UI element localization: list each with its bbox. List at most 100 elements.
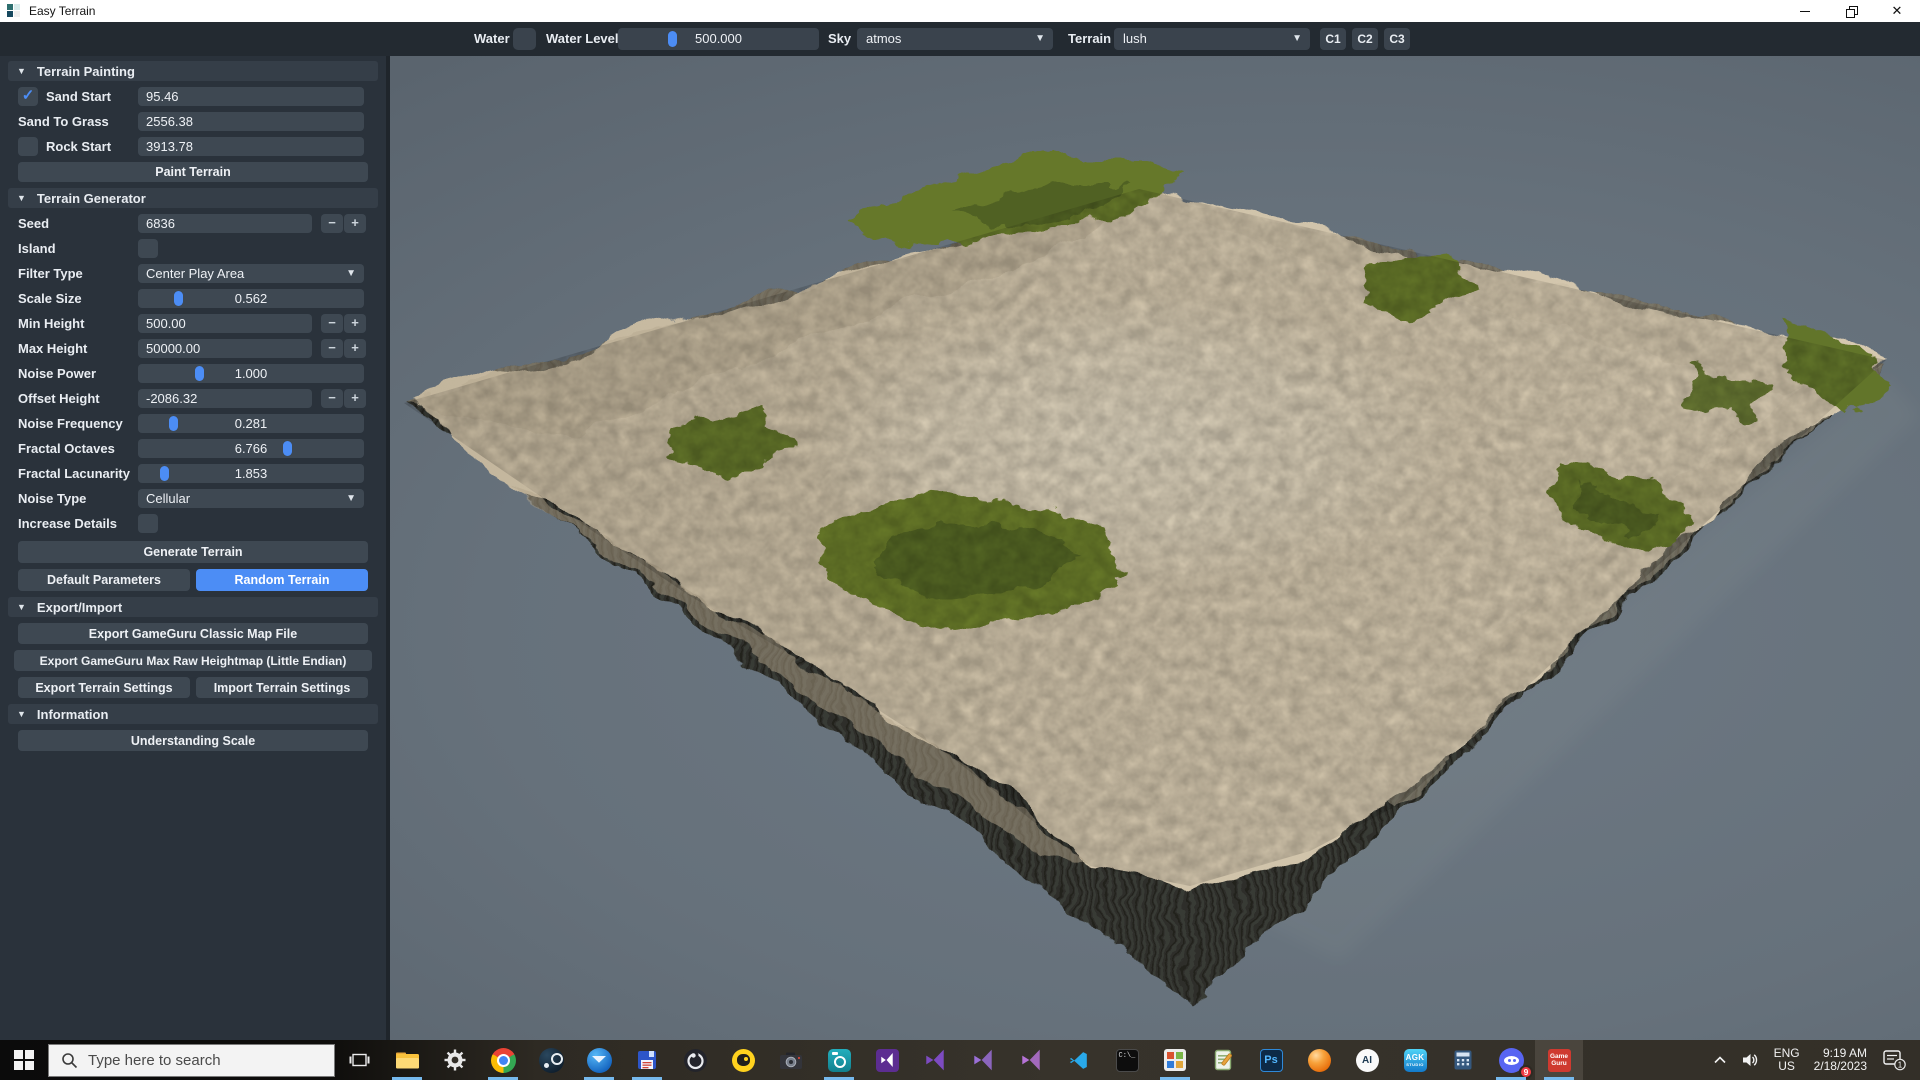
taskbar-item-camera-dark[interactable] <box>767 1040 815 1080</box>
max-height-row: Max Height 50000.00 − + <box>18 339 368 358</box>
teal-camera-icon <box>828 1049 851 1072</box>
terrain-value: lush <box>1123 31 1147 46</box>
language-indicator[interactable]: ENG US <box>1767 1040 1807 1080</box>
clock[interactable]: 9:19 AM 2/18/2023 <box>1807 1040 1874 1080</box>
min-height-row: Min Height 500.00 − + <box>18 314 368 333</box>
taskbar-item-agk-studio[interactable]: AGK STUDIO <box>1391 1040 1439 1080</box>
taskbar-item-command-prompt[interactable]: C:\_ <box>1103 1040 1151 1080</box>
offset-height-input[interactable]: -2086.32 <box>138 389 312 408</box>
sand-start-input[interactable]: 95.46 <box>138 87 364 106</box>
section-header-terrain-painting[interactable]: ▼ Terrain Painting <box>8 61 378 81</box>
seed-input[interactable]: 6836 <box>138 214 312 233</box>
taskbar-item-photoshop[interactable]: Ps <box>1247 1040 1295 1080</box>
water-checkbox[interactable] <box>513 28 536 50</box>
offset-height-increment-button[interactable]: + <box>344 389 366 408</box>
import-terrain-settings-button[interactable]: Import Terrain Settings <box>196 677 368 698</box>
max-height-decrement-button[interactable]: − <box>321 339 343 358</box>
search-icon <box>61 1052 78 1069</box>
min-height-decrement-button[interactable]: − <box>321 314 343 333</box>
generate-terrain-button[interactable]: Generate Terrain <box>18 541 368 563</box>
terrain-dropdown[interactable]: lush ▼ <box>1114 28 1310 50</box>
taskbar-item-vs-code[interactable] <box>1055 1040 1103 1080</box>
terrain-viewport[interactable] <box>390 56 1920 1040</box>
taskbar-item-visual-studio-pink[interactable] <box>1007 1040 1055 1080</box>
taskbar-item-image-viewer[interactable] <box>1151 1040 1199 1080</box>
taskbar-item-settings[interactable] <box>431 1040 479 1080</box>
notification-center-button[interactable]: 1 <box>1874 1040 1914 1080</box>
increase-details-checkbox[interactable] <box>138 514 158 533</box>
taskbar-item-calculator[interactable] <box>1439 1040 1487 1080</box>
section-title: Information <box>37 707 109 722</box>
export-classic-map-button[interactable]: Export GameGuru Classic Map File <box>18 623 368 644</box>
search-placeholder: Type here to search <box>88 1052 221 1069</box>
noise-power-label: Noise Power <box>18 366 96 381</box>
noise-power-slider[interactable]: 1.000 <box>138 364 364 383</box>
paint-terrain-button[interactable]: Paint Terrain <box>18 162 368 182</box>
sand-start-checkbox[interactable]: ✓ <box>18 87 38 106</box>
camera-1-button[interactable]: C1 <box>1320 28 1346 50</box>
sand-to-grass-input[interactable]: 2556.38 <box>138 112 364 131</box>
scale-size-slider[interactable]: 0.562 <box>138 289 364 308</box>
fractal-octaves-slider[interactable]: 6.766 <box>138 439 364 458</box>
taskbar-item-ai-app[interactable]: AI <box>1343 1040 1391 1080</box>
start-button[interactable] <box>0 1040 48 1080</box>
taskbar-item-notepad-plus[interactable] <box>1199 1040 1247 1080</box>
water-level-slider[interactable]: 500.000 <box>618 28 819 50</box>
volume-button[interactable] <box>1734 1040 1767 1080</box>
rock-start-checkbox[interactable]: ✓ <box>18 137 38 156</box>
min-height-input[interactable]: 500.00 <box>138 314 312 333</box>
taskbar-item-gameguru[interactable]: Game Guru <box>1535 1040 1583 1080</box>
rock-start-input[interactable]: 3913.78 <box>138 137 364 156</box>
task-view-button[interactable] <box>335 1040 383 1080</box>
terminal-label: C:\_ <box>1119 1052 1136 1060</box>
taskbar-item-visual-studio-light[interactable] <box>959 1040 1007 1080</box>
system-tray: ENG US 9:19 AM 2/18/2023 1 <box>1706 1040 1920 1080</box>
min-height-increment-button[interactable]: + <box>344 314 366 333</box>
taskbar-item-sphere-app[interactable] <box>1295 1040 1343 1080</box>
taskbar-item-thunderbird[interactable] <box>575 1040 623 1080</box>
seed-increment-button[interactable]: + <box>344 214 366 233</box>
export-terrain-settings-button[interactable]: Export Terrain Settings <box>18 677 190 698</box>
close-button[interactable]: ✕ <box>1874 0 1920 22</box>
section-header-terrain-generator[interactable]: ▼ Terrain Generator <box>8 188 378 208</box>
island-checkbox[interactable] <box>138 239 158 258</box>
noise-type-dropdown[interactable]: Cellular▼ <box>138 489 364 508</box>
camera-3-button[interactable]: C3 <box>1384 28 1410 50</box>
minimize-button[interactable] <box>1782 0 1828 22</box>
seed-decrement-button[interactable]: − <box>321 214 343 233</box>
random-terrain-button[interactable]: Random Terrain <box>196 569 368 591</box>
increase-details-label: Increase Details <box>18 516 117 531</box>
sky-dropdown[interactable]: atmos ▼ <box>857 28 1053 50</box>
taskbar-item-camera-teal[interactable] <box>815 1040 863 1080</box>
max-height-input[interactable]: 50000.00 <box>138 339 312 358</box>
minimize-icon <box>1800 11 1810 12</box>
noise-frequency-slider[interactable]: 0.281 <box>138 414 364 433</box>
taskbar-item-discord[interactable]: 9 <box>1487 1040 1535 1080</box>
water-label: Water <box>474 22 510 56</box>
taskbar-item-file-explorer[interactable] <box>383 1040 431 1080</box>
taskbar-item-recorder-yellow[interactable] <box>719 1040 767 1080</box>
taskbar-item-chrome[interactable] <box>479 1040 527 1080</box>
noise-frequency-row: Noise Frequency 0.281 <box>18 414 368 433</box>
section-header-information[interactable]: ▼ Information <box>8 704 378 724</box>
fractal-lacunarity-slider[interactable]: 1.853 <box>138 464 364 483</box>
camera-2-button[interactable]: C2 <box>1352 28 1378 50</box>
gameguru-label: Guru <box>1551 1060 1567 1067</box>
default-parameters-button[interactable]: Default Parameters <box>18 569 190 591</box>
maximize-button[interactable] <box>1828 0 1874 22</box>
taskbar-item-obs-studio[interactable] <box>671 1040 719 1080</box>
taskbar-item-save-tool[interactable] <box>623 1040 671 1080</box>
tray-expand-button[interactable] <box>1706 1040 1734 1080</box>
notification-badge: 1 <box>1898 1060 1903 1069</box>
filter-type-dropdown[interactable]: Center Play Area▼ <box>138 264 364 283</box>
understanding-scale-button[interactable]: Understanding Scale <box>18 730 368 751</box>
export-raw-heightmap-button[interactable]: Export GameGuru Max Raw Heightmap (Littl… <box>14 650 372 671</box>
section-header-export-import[interactable]: ▼ Export/Import <box>8 597 378 617</box>
max-height-increment-button[interactable]: + <box>344 339 366 358</box>
taskbar-item-visual-studio[interactable] <box>911 1040 959 1080</box>
terrain-texture <box>390 136 1920 916</box>
taskbar-item-visual-studio-dark[interactable] <box>863 1040 911 1080</box>
offset-height-decrement-button[interactable]: − <box>321 389 343 408</box>
search-input[interactable]: Type here to search <box>48 1044 335 1077</box>
taskbar-item-steam[interactable] <box>527 1040 575 1080</box>
